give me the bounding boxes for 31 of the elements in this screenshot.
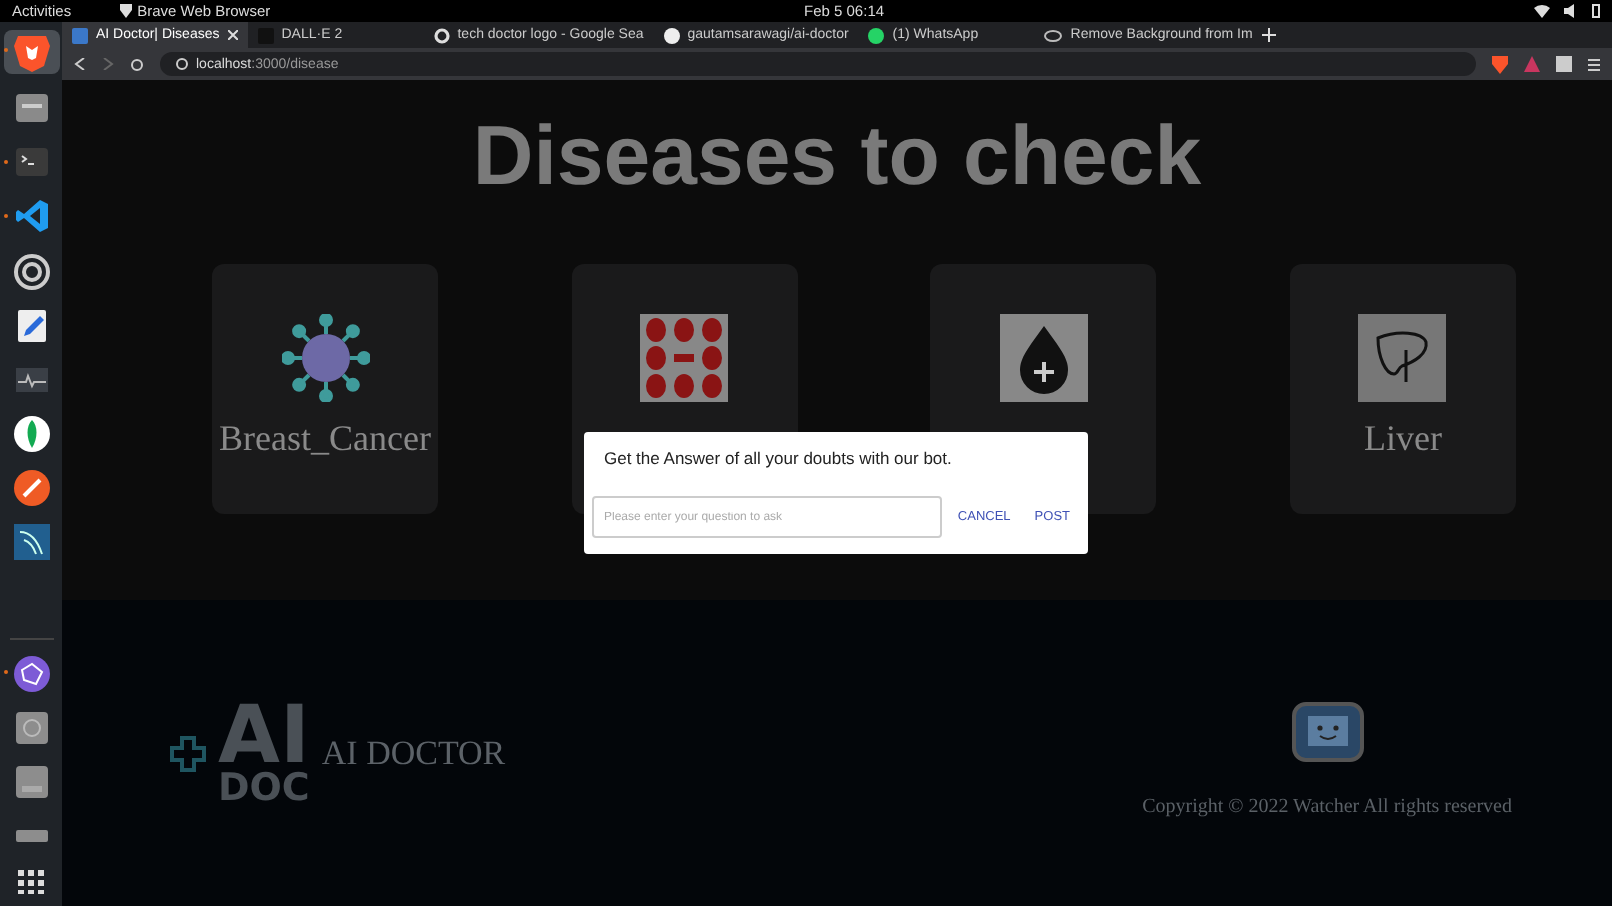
disease-name: Breast_Cancer xyxy=(219,418,431,460)
close-icon[interactable] xyxy=(227,30,238,40)
page-heading: Diseases to check xyxy=(470,108,1204,204)
code-editor-icon[interactable] xyxy=(11,196,51,237)
logo-text: AI xyxy=(218,700,310,772)
cross-icon xyxy=(170,735,206,772)
dialog-message: Get the Answer of all your doubts with our bot. xyxy=(602,448,954,468)
disease-card[interactable]: Liver xyxy=(1289,264,1516,514)
logo-text: DOC xyxy=(218,772,310,807)
tab-favicon-icon xyxy=(72,27,88,43)
blood-cells-icon xyxy=(640,314,729,402)
speaker-icon[interactable] xyxy=(1564,4,1578,18)
liver-icon xyxy=(1358,314,1447,402)
disease-name: Liver xyxy=(1363,418,1442,460)
eye-icon xyxy=(1044,27,1063,43)
app-grid-icon[interactable] xyxy=(18,870,44,895)
pen-icon[interactable] xyxy=(11,468,51,509)
drive-icon[interactable] xyxy=(11,828,51,845)
wifi-icon[interactable] xyxy=(1534,4,1550,18)
drive-icon[interactable] xyxy=(11,761,51,802)
brand-name: AI DOCTOR xyxy=(321,733,506,774)
triangle-icon[interactable] xyxy=(1524,56,1540,72)
copyright-text: Copyright © 2022 Watcher All rights reserved xyxy=(1142,796,1512,818)
plus-icon[interactable] xyxy=(1262,28,1277,42)
battery-icon[interactable] xyxy=(1592,4,1600,18)
settings-icon[interactable] xyxy=(11,251,51,292)
virus-icon xyxy=(281,314,369,402)
blood-drop-plus-icon xyxy=(999,314,1088,402)
disease-card[interactable]: Breast_Cancer xyxy=(212,264,438,514)
leaf-icon[interactable] xyxy=(11,414,51,455)
menu-icon[interactable] xyxy=(1588,57,1600,71)
